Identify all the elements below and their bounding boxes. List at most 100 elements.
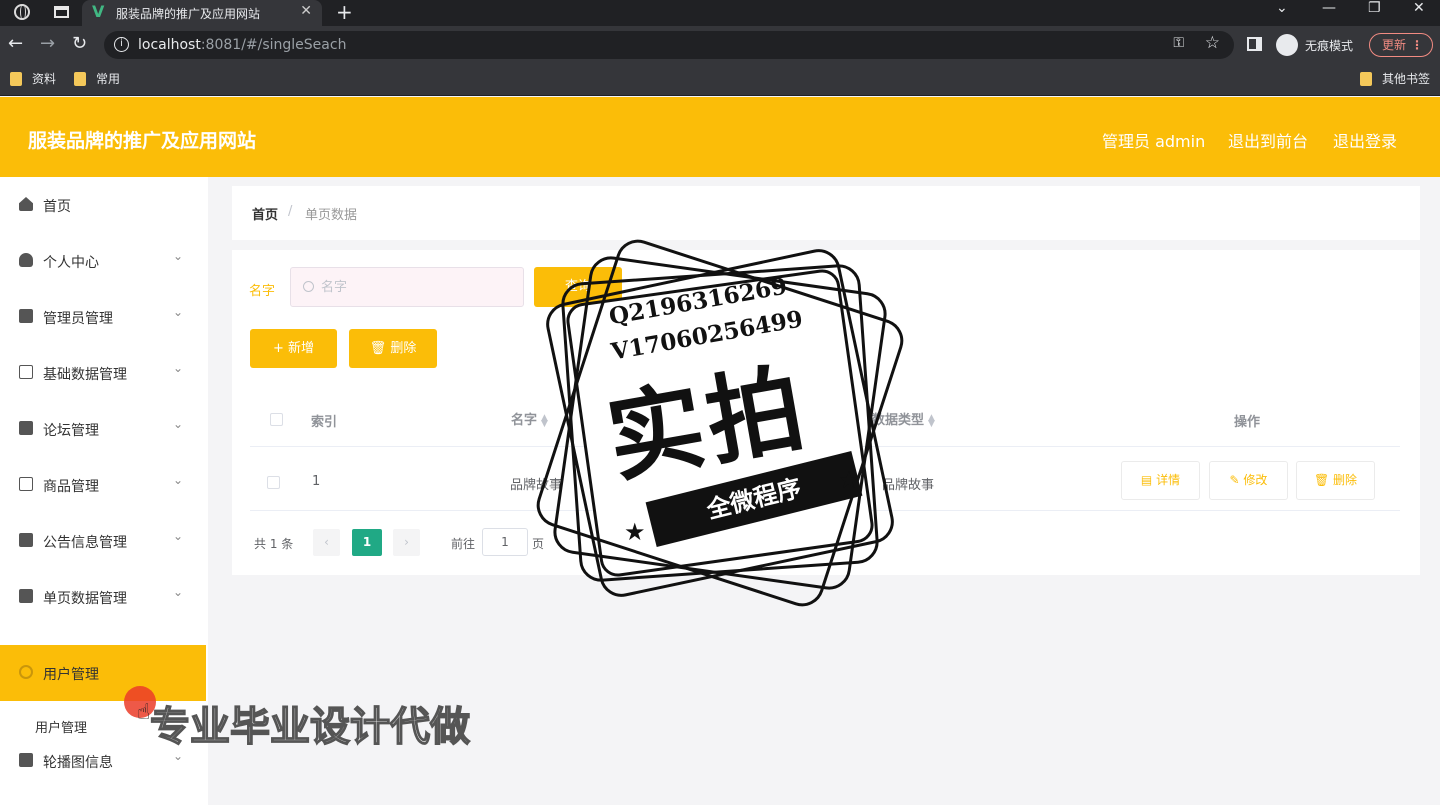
bookmark-star-icon[interactable]: ☆ [1205, 33, 1220, 53]
clipboard-icon [19, 421, 33, 435]
sidebar-item-label: 首页 [43, 199, 71, 215]
search-input[interactable] [321, 277, 511, 297]
star-icon: ★ [624, 518, 646, 546]
chevron-down-icon: ⌄ [173, 417, 184, 431]
chevron-down-icon: ⌄ [173, 529, 184, 543]
sidebar-item-label: 管理员管理 [43, 311, 113, 327]
breadcrumb-home[interactable]: 首页 [252, 204, 278, 223]
breadcrumb-separator: / [288, 204, 293, 219]
chevron-down-icon: ⌄ [173, 249, 184, 263]
update-button[interactable]: 更新 ⋮ [1369, 33, 1433, 57]
user-icon [19, 253, 33, 267]
sidebar-item-label: 单页数据管理 [43, 591, 127, 607]
home-icon [19, 197, 33, 211]
bookmark-folder[interactable]: 常用 [74, 72, 120, 86]
column-header-index: 索引 [311, 415, 338, 430]
sidebar-item-label: 个人中心 [43, 255, 99, 271]
sidebar-item-basic-data[interactable]: 基础数据管理 ⌄ [0, 345, 208, 401]
chevron-down-icon: ⌄ [173, 585, 184, 599]
sidebar-item-label: 用户管理 [43, 667, 99, 683]
row-delete-label: 删除 [1333, 473, 1358, 487]
chevron-down-icon: ⌄ [173, 305, 184, 319]
chevron-down-icon: ⌄ [173, 361, 184, 375]
other-bookmarks-folder[interactable]: 其他书签 [1360, 72, 1430, 86]
tab-page-icon[interactable] [54, 6, 69, 18]
settings-icon [19, 665, 33, 679]
add-button[interactable]: + 新增 [250, 329, 337, 368]
page-number-current[interactable]: 1 [352, 529, 382, 556]
site-title: 服装品牌的推广及应用网站 [28, 130, 257, 152]
sidebar-item-home[interactable]: 首页 [0, 177, 208, 233]
cell-index: 1 [312, 474, 321, 489]
star-icon: ★ [838, 466, 860, 494]
window-close-icon[interactable]: ✕ [1413, 0, 1425, 16]
logout-link[interactable]: 退出登录 [1333, 128, 1397, 152]
column-header-actions: 操作 [1234, 415, 1261, 430]
next-page-button[interactable]: › [393, 529, 420, 556]
sidebar-item-single-page-data[interactable]: 单页数据管理 ⌄ [0, 569, 208, 625]
sidebar-item-forum[interactable]: 论坛管理 ⌄ [0, 401, 208, 457]
checklist-icon [19, 533, 33, 547]
exit-to-frontend-link[interactable]: 退出到前台 [1228, 128, 1308, 152]
tab-search-icon[interactable]: ⌄ [1276, 0, 1288, 16]
row-delete-button[interactable]: 🗑 删除 [1296, 461, 1375, 500]
sidebar-item-admin-management[interactable]: 管理员管理 ⌄ [0, 289, 208, 345]
pagination-total: 共 1 条 [254, 537, 294, 551]
sidebar-item-label: 轮播图信息 [43, 755, 113, 771]
sidebar-item-users[interactable]: 用户管理 [0, 645, 206, 701]
breadcrumb-current: 单页数据 [305, 208, 358, 223]
incognito-icon[interactable] [1276, 34, 1298, 56]
sidebar-item-announcements[interactable]: 公告信息管理 ⌄ [0, 513, 208, 569]
bookmarks-bar: 资料 常用 其他书签 [0, 64, 1440, 96]
sidebar-item-goods[interactable]: 商品管理 ⌄ [0, 457, 208, 513]
goto-label: 前往 [451, 537, 476, 551]
reload-icon[interactable]: ↻ [72, 34, 87, 54]
back-icon[interactable]: ← [8, 34, 23, 54]
promo-caption: 专业毕业设计代做 [149, 703, 471, 751]
key-icon[interactable]: ⚿ [1173, 35, 1184, 51]
maximize-icon[interactable]: ❐ [1368, 0, 1381, 16]
image-icon [19, 753, 33, 767]
search-name-label: 名字 [249, 284, 276, 299]
url-field[interactable]: i localhost:8081/#/singleSeach ⚿ ☆ [104, 31, 1234, 59]
mail-icon [19, 365, 33, 379]
batch-delete-button[interactable]: 🗑 删除 [349, 329, 437, 368]
browser-tab-bar: V 服装品牌的推广及应用网站 ✕ + ⌄ — ❐ ✕ [0, 0, 1440, 26]
sidebar-item-label: 论坛管理 [43, 423, 99, 439]
sidebar-item-label: 商品管理 [43, 479, 99, 495]
edit-button[interactable]: ✎ 修改 [1209, 461, 1288, 500]
detail-button[interactable]: ▤ 详情 [1121, 461, 1200, 500]
address-bar: ← → ↻ i localhost:8081/#/singleSeach ⚿ ☆… [0, 26, 1440, 64]
browser-tab[interactable]: V 服装品牌的推广及应用网站 ✕ [82, 0, 322, 26]
incognito-label: 无痕模式 [1305, 39, 1354, 53]
monitor-icon [19, 589, 33, 603]
new-tab-icon[interactable]: + [336, 0, 353, 24]
url-text: localhost:8081/#/singleSeach [138, 37, 347, 53]
app-header: 服装品牌的推广及应用网站 管理员 admin 退出到前台 退出登录 [0, 97, 1440, 177]
sidebar-item-label: 公告信息管理 [43, 535, 127, 551]
sort-icon[interactable]: ▲ ▼ [928, 413, 935, 428]
bookmark-folder[interactable]: 资料 [10, 72, 56, 86]
hand-cursor-icon: ☝ [137, 700, 151, 725]
detail-label: 详情 [1156, 473, 1181, 487]
edit-label: 修改 [1243, 473, 1268, 487]
minimize-icon[interactable]: — [1322, 0, 1336, 16]
briefcase-icon [19, 309, 33, 323]
more-menu-icon[interactable]: ⋮ [1411, 34, 1423, 56]
admin-user-link[interactable]: 管理员 admin [1102, 128, 1205, 152]
chat-icon [19, 477, 33, 491]
chevron-down-icon: ⌄ [173, 473, 184, 487]
tab-close-icon[interactable]: ✕ [300, 3, 312, 19]
forward-icon[interactable]: → [40, 34, 55, 54]
side-panel-icon[interactable] [1247, 37, 1262, 51]
prev-page-button[interactable]: ‹ [313, 529, 340, 556]
watermark-stamp: Q2196316269 V17060256499 实拍 全微程序 ★ ★ [520, 228, 920, 618]
row-checkbox[interactable] [267, 476, 280, 489]
select-all-checkbox[interactable] [270, 413, 283, 426]
sidebar-item-label: 基础数据管理 [43, 367, 127, 383]
search-field[interactable] [290, 267, 524, 307]
site-info-icon[interactable]: i [114, 37, 129, 52]
sidebar-item-personal-center[interactable]: 个人中心 ⌄ [0, 233, 208, 289]
globe-icon[interactable] [14, 4, 30, 20]
vue-logo-icon: V [92, 2, 105, 21]
